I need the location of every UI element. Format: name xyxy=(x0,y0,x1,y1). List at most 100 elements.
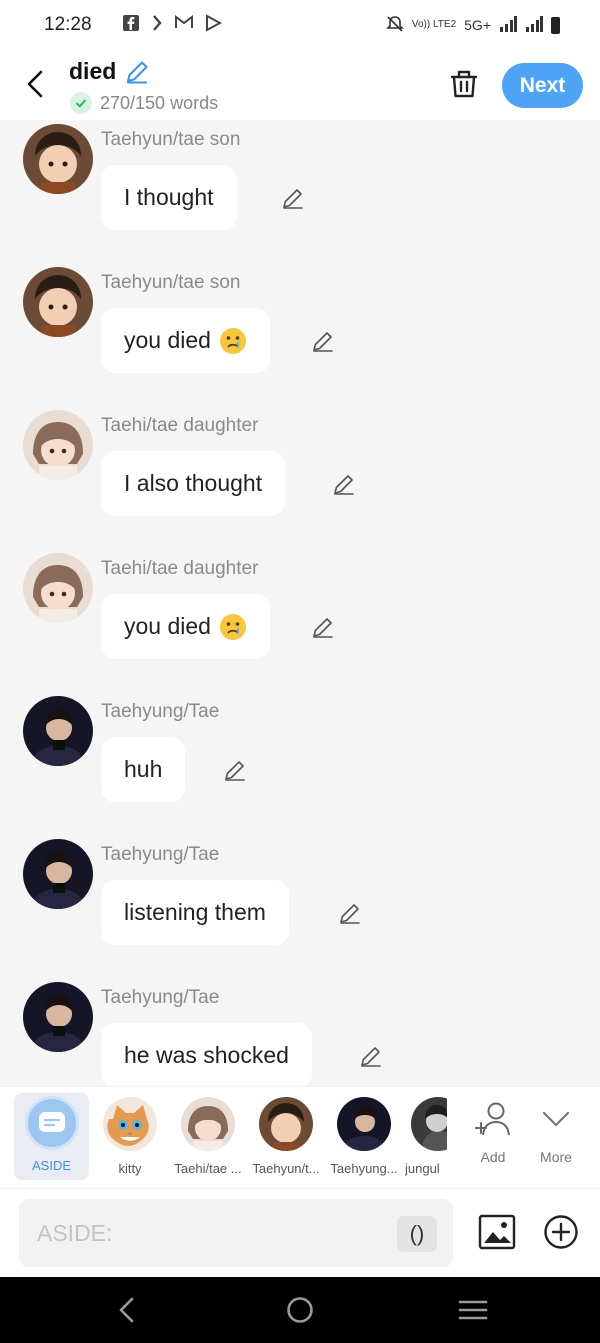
trash-icon xyxy=(450,70,478,98)
add-character-button[interactable]: Add xyxy=(468,1101,518,1165)
edit-message-icon[interactable] xyxy=(311,615,335,639)
chat-list: Taehyun/tae son I thought Taehyun/tae so… xyxy=(0,120,600,1086)
back-button[interactable] xyxy=(20,66,50,102)
character-label: jungul xyxy=(405,1161,440,1176)
add-circle-icon[interactable] xyxy=(543,1214,579,1250)
edit-message-icon[interactable] xyxy=(281,186,305,210)
message-text: you died xyxy=(124,613,211,639)
word-count: 270/150 words xyxy=(100,92,219,113)
message-text: listening them xyxy=(124,899,266,925)
message-item: Taehi/tae daughter you died xyxy=(0,549,600,692)
system-status: Vo)) LTE2 5G+ xyxy=(385,15,560,36)
message-item: Taehyung/Tae he was shocked xyxy=(0,978,600,1086)
aside-icon xyxy=(24,1096,79,1150)
message-bubble[interactable]: I thought xyxy=(101,165,237,230)
message-text: he was shocked xyxy=(124,1042,289,1068)
message-item: Taehyun/tae son you died xyxy=(0,263,600,406)
taehi-avatar xyxy=(181,1097,235,1151)
next-button[interactable]: Next xyxy=(502,63,583,108)
add-label: Add xyxy=(480,1149,506,1165)
taehyung-avatar xyxy=(337,1097,391,1151)
chevron-down-icon xyxy=(542,1111,570,1127)
back-nav-icon[interactable] xyxy=(112,1295,142,1325)
sender-name: Taehyun/tae son xyxy=(101,129,241,150)
avatar-taehyun[interactable] xyxy=(23,124,93,194)
sender-name: Taehyun/tae son xyxy=(101,272,241,293)
message-bubble[interactable]: listening them xyxy=(101,880,289,945)
message-bubble[interactable]: you died xyxy=(101,594,270,659)
edit-title-icon[interactable] xyxy=(124,59,150,85)
status-bar: 12:28 Vo)) LTE2 5G+ xyxy=(0,0,600,50)
message-text: huh xyxy=(124,756,163,782)
character-label: Taehi/tae ... xyxy=(174,1161,242,1176)
avatar-taehyung[interactable] xyxy=(23,696,93,766)
character-jungul[interactable]: jungul xyxy=(405,1097,447,1176)
volte-label: Vo)) LTE2 xyxy=(411,19,457,30)
header: died 270/150 words Next xyxy=(0,50,600,120)
aside-tab[interactable]: ASIDE xyxy=(14,1093,89,1180)
sender-name: Taehi/tae daughter xyxy=(101,558,259,579)
character-kitty[interactable]: kitty xyxy=(95,1097,165,1176)
notification-icons xyxy=(122,13,223,37)
message-bubble[interactable]: I also thought xyxy=(101,451,286,516)
sender-name: Taehyung/Tae xyxy=(101,987,220,1008)
avatar-taehyung[interactable] xyxy=(23,839,93,909)
message-text: I also thought xyxy=(124,470,263,496)
avatar-taehyun[interactable] xyxy=(23,267,93,337)
message-bubble[interactable]: huh xyxy=(101,737,186,802)
character-label: Taehyung... xyxy=(330,1161,398,1176)
crying-face-icon xyxy=(219,327,246,354)
system-navigation-bar xyxy=(0,1277,600,1343)
message-text: I thought xyxy=(124,184,214,210)
character-label: Taehyun/t... xyxy=(252,1161,320,1176)
more-button[interactable]: More xyxy=(531,1101,581,1165)
recent-apps-nav-icon[interactable] xyxy=(458,1295,488,1325)
sender-name: Taehyung/Tae xyxy=(101,701,220,722)
check-icon xyxy=(70,92,92,114)
input-bar: () xyxy=(0,1188,600,1277)
message-item: Taehyung/Tae listening them xyxy=(0,835,600,978)
message-bubble[interactable]: he was shocked xyxy=(101,1023,312,1086)
facebook-icon xyxy=(122,14,140,37)
signal-icon-2 xyxy=(525,15,543,35)
character-label: kitty xyxy=(118,1161,142,1176)
avatar-taehi[interactable] xyxy=(23,553,93,623)
avatar-taehyung[interactable] xyxy=(23,982,93,1052)
mute-icon xyxy=(385,15,404,36)
message-item: Taehyun/tae son I thought xyxy=(0,120,600,263)
character-taehyung[interactable]: Taehyung... xyxy=(329,1097,399,1176)
edit-message-icon[interactable] xyxy=(223,758,247,782)
add-person-icon xyxy=(475,1102,510,1136)
edit-message-icon[interactable] xyxy=(332,472,356,496)
taehyun-avatar xyxy=(259,1097,313,1151)
more-label: More xyxy=(540,1149,572,1165)
sender-name: Taehyung/Tae xyxy=(101,844,220,865)
delete-button[interactable] xyxy=(447,66,481,102)
message-bubble[interactable]: you died xyxy=(101,308,270,373)
network-label: 5G+ xyxy=(464,17,491,33)
edit-message-icon[interactable] xyxy=(359,1044,383,1068)
avatar-taehi[interactable] xyxy=(23,410,93,480)
character-taehyun[interactable]: Taehyun/t... xyxy=(251,1097,321,1176)
character-taehi[interactable]: Taehi/tae ... xyxy=(173,1097,243,1176)
word-count-row: 270/150 words xyxy=(70,92,218,114)
jungul-avatar xyxy=(411,1097,447,1151)
chevron-left-icon xyxy=(27,70,43,98)
home-nav-icon[interactable] xyxy=(285,1295,315,1325)
image-icon[interactable] xyxy=(478,1214,516,1250)
gmail-icon xyxy=(174,14,194,37)
edit-message-icon[interactable] xyxy=(338,901,362,925)
character-bar: ASIDE kitty Taehi/tae ... Taehyun/t... T… xyxy=(0,1086,600,1188)
kitty-avatar xyxy=(103,1097,157,1151)
page-title: died xyxy=(69,58,117,84)
edit-message-icon[interactable] xyxy=(311,329,335,353)
aside-input[interactable] xyxy=(19,1199,453,1267)
parenthesis-button[interactable]: () xyxy=(397,1216,437,1252)
message-item: Taehyung/Tae huh xyxy=(0,692,600,835)
status-time: 12:28 xyxy=(44,14,92,35)
sticker-icon xyxy=(150,14,164,37)
message-item: Taehi/tae daughter I also thought xyxy=(0,406,600,549)
message-text: you died xyxy=(124,327,211,353)
signal-icon xyxy=(499,15,517,35)
battery-icon xyxy=(551,16,560,34)
